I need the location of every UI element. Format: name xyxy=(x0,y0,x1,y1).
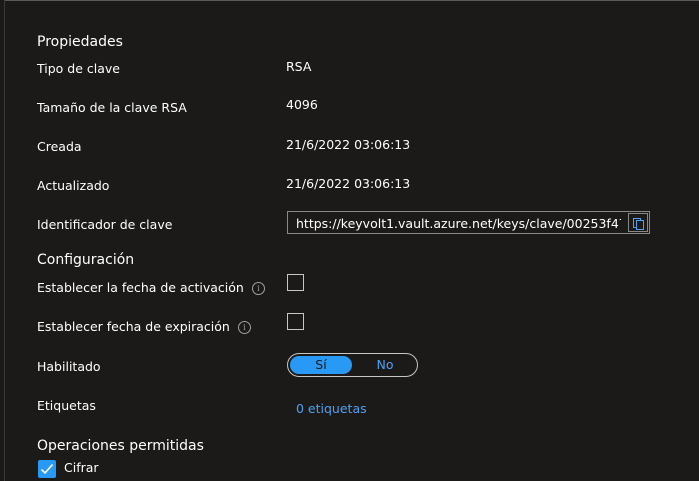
enabled-no-option[interactable]: No xyxy=(354,356,416,374)
activation-date-checkbox[interactable] xyxy=(287,274,304,291)
key-type-value: RSA xyxy=(286,59,312,74)
operations-section-title: Operaciones permitidas xyxy=(37,438,204,454)
rsa-size-value: 4096 xyxy=(286,97,318,112)
panel-top-border xyxy=(5,0,699,1)
key-id-label: Identificador de clave xyxy=(37,217,173,232)
expiration-date-checkbox[interactable] xyxy=(287,313,304,330)
activation-date-label: Establecer la fecha de activación i xyxy=(37,280,265,295)
key-id-value[interactable]: https://keyvolt1.vault.azure.net/keys/cl… xyxy=(296,216,621,231)
copy-icon-front xyxy=(636,220,644,230)
panel-left-border xyxy=(4,0,5,481)
created-label: Creada xyxy=(37,139,82,154)
expiration-date-label: Establecer fecha de expiración i xyxy=(37,319,251,334)
enabled-label: Habilitado xyxy=(37,359,101,374)
updated-label: Actualizado xyxy=(37,178,110,193)
created-value: 21/6/2022 03:06:13 xyxy=(286,137,411,152)
activation-date-label-text: Establecer la fecha de activación xyxy=(37,280,244,295)
encrypt-checkbox[interactable] xyxy=(38,460,56,478)
rsa-size-label: Tamaño de la clave RSA xyxy=(37,100,187,115)
copy-button[interactable] xyxy=(628,213,648,232)
enabled-yes-option[interactable]: Sí xyxy=(290,356,352,374)
updated-value: 21/6/2022 03:06:13 xyxy=(286,176,411,191)
info-icon[interactable]: i xyxy=(251,282,265,295)
configuration-section-title: Configuración xyxy=(37,252,135,268)
tags-label: Etiquetas xyxy=(37,398,96,413)
tags-link[interactable]: 0 etiquetas xyxy=(296,401,367,416)
checkmark-icon xyxy=(40,463,54,475)
key-id-field[interactable]: https://keyvolt1.vault.azure.net/keys/cl… xyxy=(287,211,650,234)
info-icon[interactable]: i xyxy=(237,321,251,334)
key-type-label: Tipo de clave xyxy=(37,61,120,76)
encrypt-label: Cifrar xyxy=(64,460,99,475)
properties-section-title: Propiedades xyxy=(37,34,123,50)
enabled-toggle[interactable]: Sí No xyxy=(287,353,418,377)
expiration-date-label-text: Establecer fecha de expiración xyxy=(37,319,230,334)
